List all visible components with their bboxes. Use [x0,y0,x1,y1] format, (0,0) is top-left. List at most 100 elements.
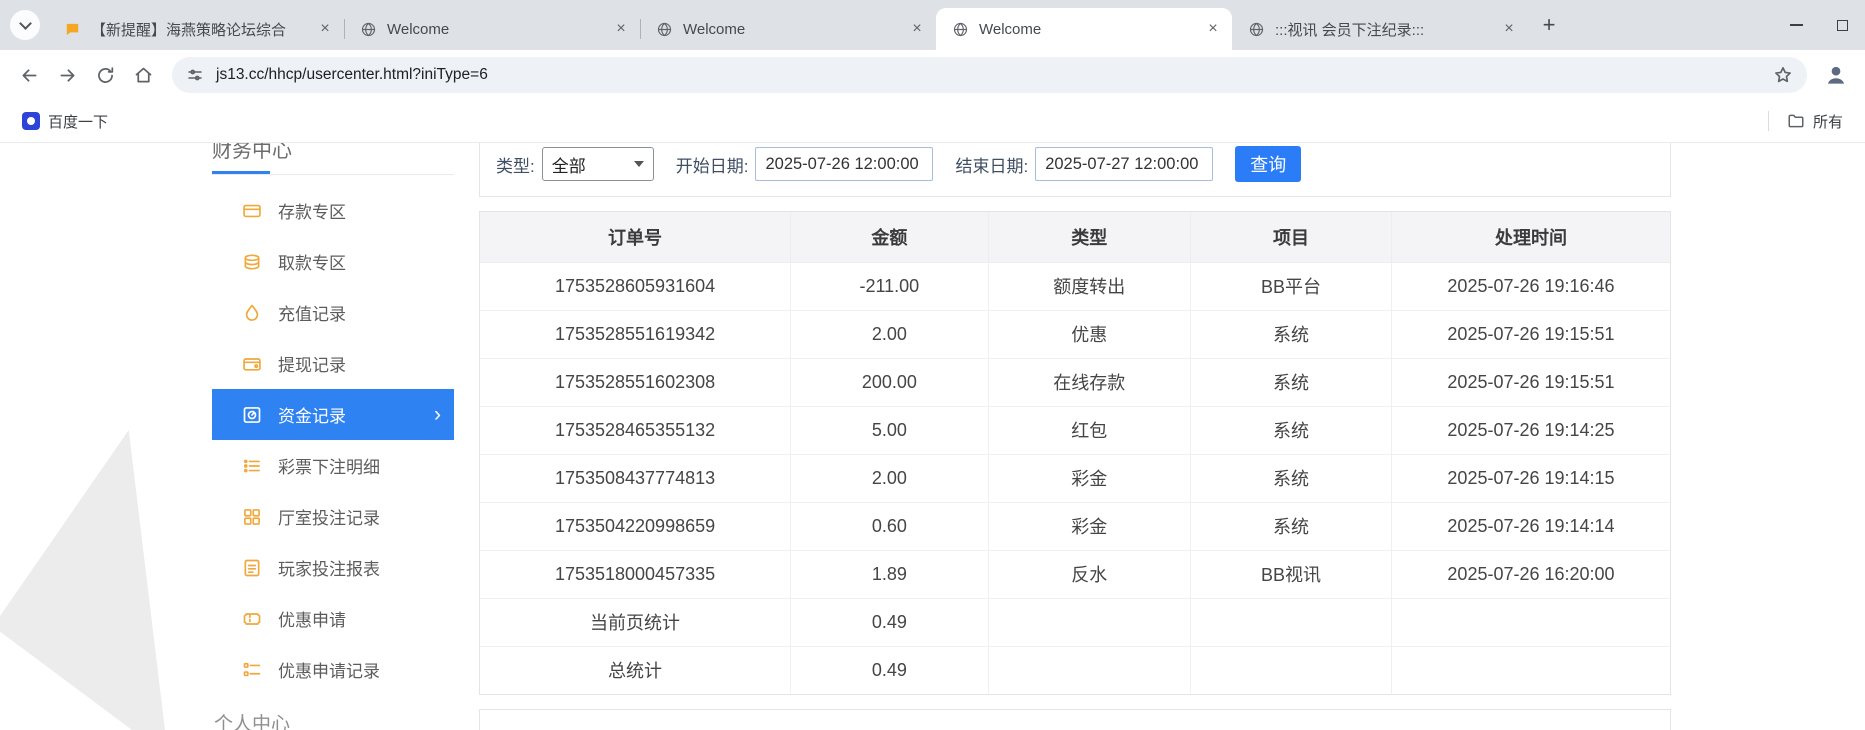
table-row: 总统计0.49 [480,646,1670,694]
sidebar-item-promo-apply-records[interactable]: 优惠申请记录 [212,644,454,695]
table-row: 17535084377748132.00彩金系统2025-07-26 19:14… [480,454,1670,502]
forward-button[interactable] [48,56,86,94]
tab-separator [640,19,641,39]
site-info-icon[interactable] [186,66,204,84]
tab-title: Welcome [387,21,606,38]
safe-icon [242,405,262,425]
start-date-input[interactable] [755,147,933,181]
sidebar-item-withdraw-zone[interactable]: 取款专区 [212,236,454,287]
sidebar-item-funds-records[interactable]: 资金记录› [212,389,454,440]
tab-separator [344,19,345,39]
tab-close-icon[interactable]: × [316,20,334,38]
card-icon [242,201,262,221]
browser-tab-welcome-1[interactable]: Welcome × [344,8,640,50]
table-cell [1190,646,1391,694]
table-row: 1753528605931604-211.00额度转出BB平台2025-07-2… [480,262,1670,310]
table-cell: 2025-07-26 19:16:46 [1392,262,1670,310]
table-cell: 额度转出 [988,262,1190,310]
address-bar[interactable]: js13.cc/hhcp/usercenter.html?iniType=6 [172,57,1807,93]
column-header: 处理时间 [1392,212,1670,262]
reload-button[interactable] [86,56,124,94]
table-cell: 2025-07-26 19:14:14 [1392,502,1670,550]
tab-close-icon[interactable]: × [908,20,926,38]
column-header: 金额 [791,212,989,262]
avatar-icon [1823,62,1849,88]
bookmark-star-icon[interactable] [1773,65,1793,85]
table-cell: 系统 [1190,310,1391,358]
home-button[interactable] [124,56,162,94]
records-table-container: 订单号金额类型项目处理时间 1753528605931604-211.00额度转… [479,211,1671,695]
maximize-button[interactable] [1819,0,1865,50]
sidebar-section-personal: 个人中心 [212,709,454,730]
type-select-value: 全部 [552,152,586,177]
chat-favicon-icon [64,21,81,38]
table-cell: 1753508437774813 [480,454,791,502]
tab-title: Welcome [979,21,1198,38]
reload-icon [95,65,116,86]
minimize-button[interactable] [1773,0,1819,50]
type-select[interactable]: 全部 [542,147,654,181]
sidebar-item-withdraw-records[interactable]: 提现记录 [212,338,454,389]
browser-tab-welcome-2[interactable]: Welcome × [640,8,936,50]
table-cell: 彩金 [988,454,1190,502]
sidebar-item-label: 取款专区 [278,249,346,274]
browser-tab-welcome-3[interactable]: Welcome × [936,8,1232,50]
new-tab-button[interactable]: + [1534,10,1564,40]
sidebar-item-label: 存款专区 [278,198,346,223]
sidebar-section-title: 财务中心 [212,143,292,163]
table-row: 17535285516193422.00优惠系统2025-07-26 19:15… [480,310,1670,358]
column-header: 类型 [988,212,1190,262]
grid-icon [242,507,262,527]
select-caret-icon [634,161,644,167]
table-row: 17535284653551325.00红包系统2025-07-26 19:14… [480,406,1670,454]
tab-close-icon[interactable]: × [1204,20,1222,38]
column-header: 订单号 [480,212,791,262]
sidebar-item-hall-bet-records[interactable]: 厅室投注记录 [212,491,454,542]
sidebar-item-player-bet-report[interactable]: 玩家投注报表 [212,542,454,593]
bookmark-baidu[interactable]: 百度一下 [14,107,116,136]
sidebar-item-promo-apply[interactable]: 优惠申请 [212,593,454,644]
tab-search-button[interactable] [10,10,40,40]
back-button[interactable] [10,56,48,94]
profile-avatar-button[interactable] [1817,56,1855,94]
table-cell: 当前页统计 [480,598,791,646]
end-date-input[interactable] [1035,147,1213,181]
tab-close-icon[interactable]: × [1500,20,1518,38]
table-cell [988,646,1190,694]
table-cell: 在线存款 [988,358,1190,406]
tab-title: 【新提醒】海燕策略论坛综合 [91,19,310,40]
query-button[interactable]: 查询 [1235,146,1301,182]
table-cell: 2025-07-26 19:14:15 [1392,454,1670,502]
browser-tab-video-records[interactable]: :::视讯 会员下注纪录:::× [1232,8,1528,50]
browser-tab-forum[interactable]: 【新提醒】海燕策略论坛综合 × [48,8,344,50]
table-cell: 1753528551619342 [480,310,791,358]
minimize-icon [1790,24,1803,26]
tab-title: Welcome [683,21,902,38]
window-controls [1773,0,1865,50]
table-cell: 2025-07-26 19:15:51 [1392,358,1670,406]
sidebar-item-label: 玩家投注报表 [278,555,380,580]
folder-icon [1787,112,1805,130]
url-text[interactable]: js13.cc/hhcp/usercenter.html?iniType=6 [216,66,488,84]
sidebar-item-recharge-records[interactable]: 充值记录 [212,287,454,338]
tab-title: :::视讯 会员下注纪录::: [1275,19,1494,40]
sidebar-item-label: 优惠申请记录 [278,657,380,682]
all-bookmarks-button[interactable]: 所有 [1779,107,1851,136]
sidebar: 财务中心 存款专区取款专区充值记录提现记录资金记录›彩票下注明细厅室投注记录玩家… [212,143,454,730]
back-icon [19,65,40,86]
drop-icon [242,303,262,323]
globe-favicon-icon [1248,21,1265,38]
sidebar-item-deposit-zone[interactable]: 存款专区 [212,185,454,236]
table-cell [988,598,1190,646]
records-table: 订单号金额类型项目处理时间 1753528605931604-211.00额度转… [480,212,1670,694]
forward-icon [57,65,78,86]
sidebar-item-lottery-bet-details[interactable]: 彩票下注明细 [212,440,454,491]
table-cell: 系统 [1190,502,1391,550]
table-cell: BB平台 [1190,262,1391,310]
table-cell: 2025-07-26 19:15:51 [1392,310,1670,358]
tab-close-icon[interactable]: × [612,20,630,38]
table-cell [1392,598,1670,646]
main-content: 类型: 全部 开始日期: 结束日期: 查询 订单号金额类型项目处理时间 1753… [479,143,1671,730]
browser-tab-strip: 【新提醒】海燕策略论坛综合 × Welcome × Welcome × Welcome ×::… [0,0,1865,50]
table-cell: 系统 [1190,454,1391,502]
